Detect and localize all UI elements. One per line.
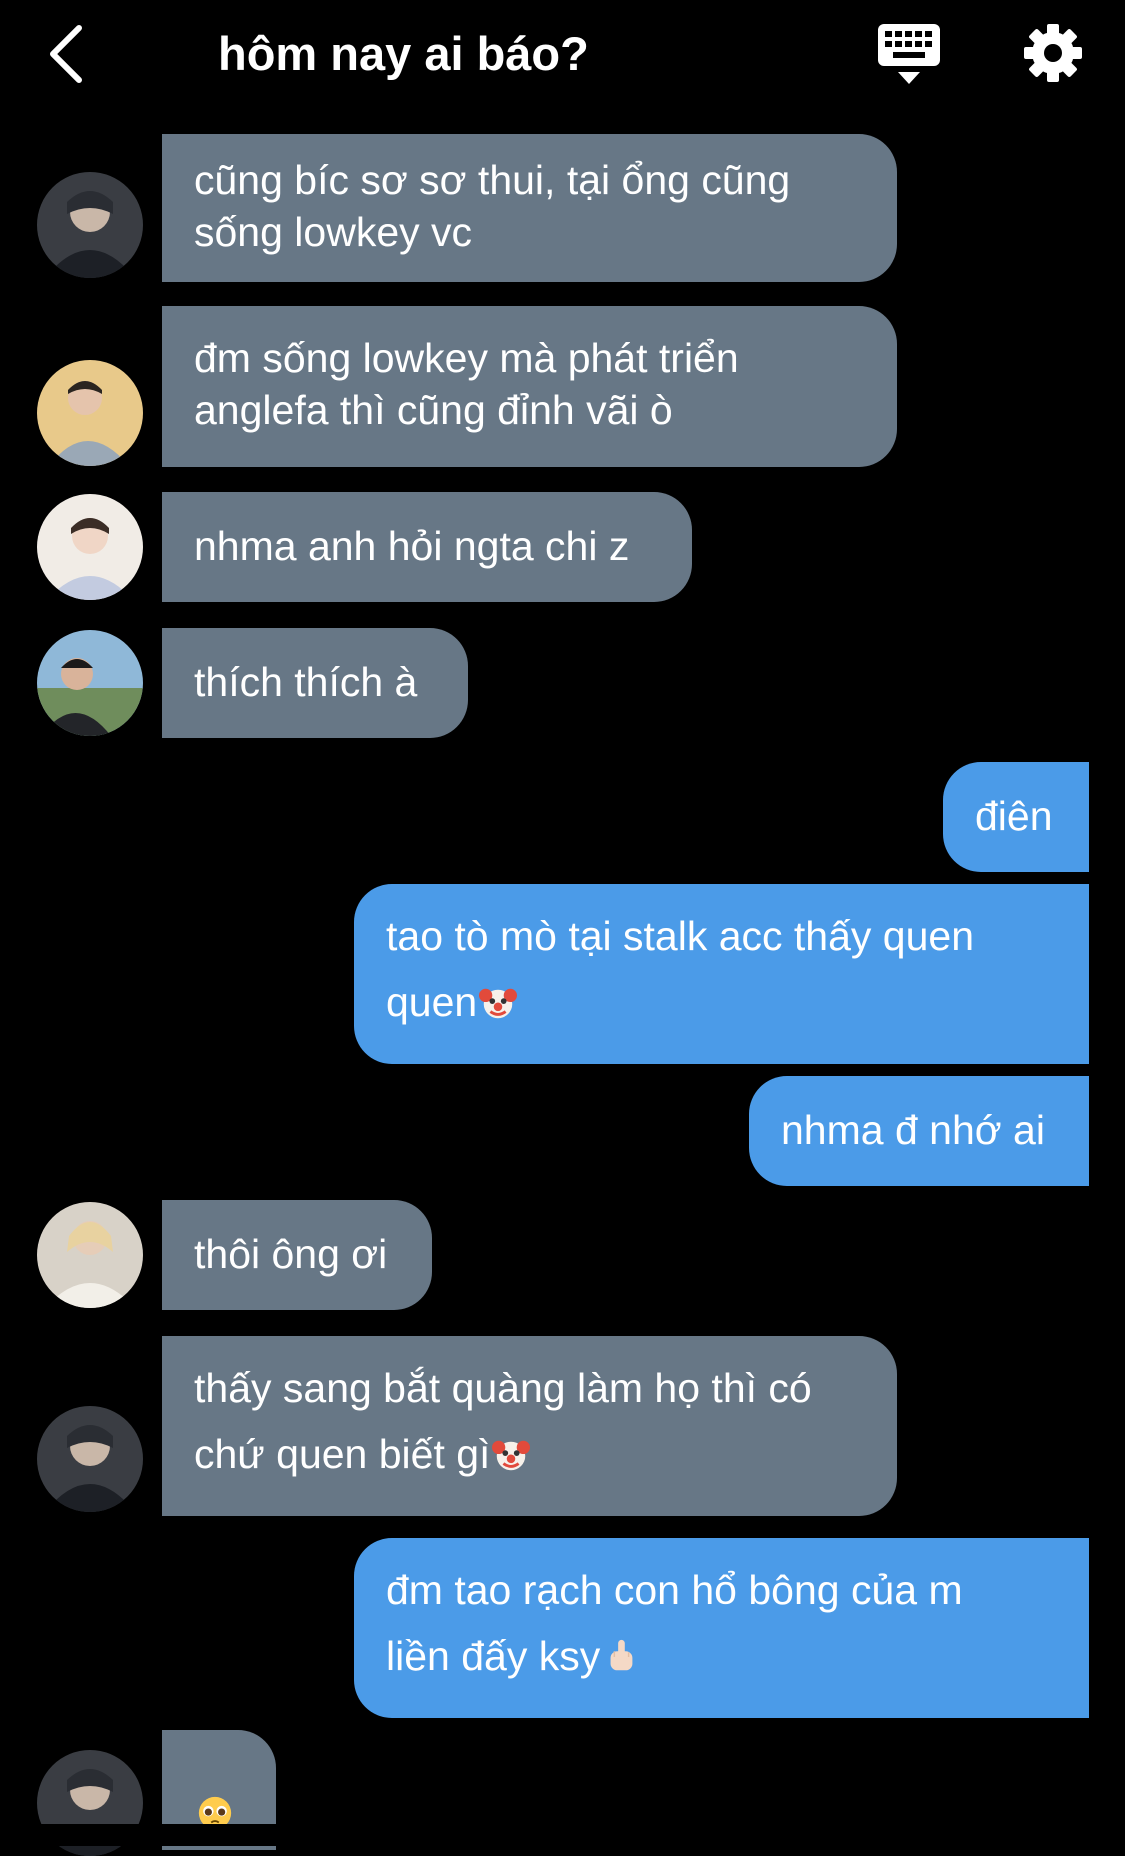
message-text: đm sống lowkey mà phát triển — [194, 335, 739, 381]
message-text-line: liền đấy ksy — [386, 1630, 1057, 1682]
chat-title: hôm nay ai báo? — [218, 27, 589, 80]
keyboard-icon — [878, 24, 940, 84]
outgoing-message-bubble[interactable]: tao tò mò tại stalk acc thấy quen quen — [354, 884, 1089, 1064]
outgoing-message-bubble[interactable]: đm tao rạch con hổ bông của m liền đấy k… — [354, 1538, 1089, 1718]
message-text: liền đấy ksy — [386, 1633, 601, 1679]
avatar[interactable] — [37, 172, 143, 278]
message-text: tao tò mò tại stalk acc thấy quen — [386, 913, 974, 959]
message-text: đm tao rạch con hổ bông của m — [386, 1567, 963, 1613]
message-text: anglefa thì cũng đỉnh vãi ò — [194, 387, 673, 433]
chevron-left-icon — [50, 25, 82, 83]
incoming-message-bubble[interactable]: cũng bíc sơ sơ thui, tại ổng cũng sống l… — [162, 134, 897, 282]
chat-header: hôm nay ai báo? — [0, 0, 1125, 110]
settings-button[interactable] — [1022, 22, 1084, 84]
avatar[interactable] — [37, 1406, 143, 1512]
message-text: thích thích à — [194, 659, 418, 705]
message-text: thấy sang bắt quàng làm họ thì có — [194, 1365, 812, 1411]
avatar[interactable] — [37, 360, 143, 466]
message-text: điên — [975, 793, 1053, 839]
avatar[interactable] — [37, 1202, 143, 1308]
outgoing-message-bubble[interactable]: điên — [943, 762, 1089, 872]
middle-finger-emoji — [610, 1639, 633, 1671]
message-text: nhma anh hỏi ngta chi z — [194, 523, 630, 569]
clown-face-emoji — [492, 1440, 531, 1471]
gear-icon — [1024, 24, 1082, 82]
incoming-message-bubble[interactable]: thôi ông ơi — [162, 1200, 432, 1310]
message-text-line: chứ quen biết gì — [194, 1428, 865, 1480]
clown-face-emoji — [479, 988, 518, 1019]
outgoing-message-bubble[interactable]: nhma đ nhớ ai — [749, 1076, 1089, 1186]
message-text-line: quen — [386, 976, 1057, 1028]
incoming-message-bubble[interactable]: nhma anh hỏi ngta chi z — [162, 492, 692, 602]
incoming-message-bubble[interactable]: thấy sang bắt quàng làm họ thì có chứ qu… — [162, 1336, 897, 1516]
avatar[interactable] — [37, 630, 143, 736]
message-text: nhma đ nhớ ai — [781, 1107, 1045, 1153]
bottom-strip — [0, 1824, 1125, 1846]
incoming-message-bubble[interactable]: thích thích à — [162, 628, 468, 738]
message-text: chứ quen biết gì — [194, 1431, 491, 1477]
message-text: cũng bíc sơ sơ thui, tại ổng cũng — [194, 157, 791, 203]
avatar[interactable] — [37, 494, 143, 600]
back-button[interactable] — [40, 22, 90, 86]
incoming-message-bubble[interactable]: đm sống lowkey mà phát triển anglefa thì… — [162, 306, 897, 467]
message-text: sống lowkey vc — [194, 209, 473, 255]
keyboard-button[interactable] — [876, 22, 942, 88]
message-text: thôi ông ơi — [194, 1231, 388, 1277]
message-text: quen — [386, 979, 478, 1025]
